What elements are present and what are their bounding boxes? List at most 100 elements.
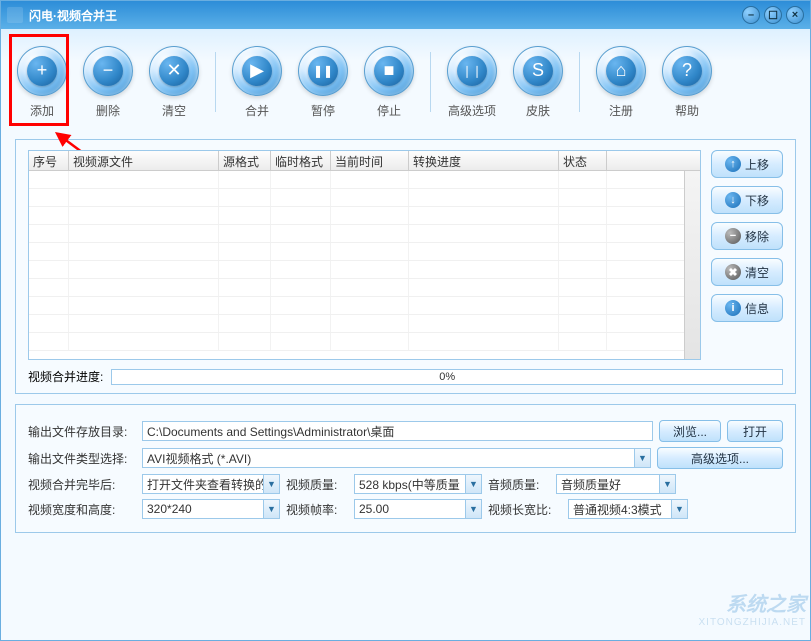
add-label: 添加 (30, 102, 54, 119)
clear2-icon: ✖ (725, 264, 741, 280)
column-header-prog[interactable]: 转换进度 (409, 151, 559, 170)
close-button[interactable]: × (786, 6, 804, 24)
remove-icon: − (725, 228, 741, 244)
output-format-combo[interactable]: AVI视频格式 (*.AVI) ▼ (142, 448, 651, 468)
info-button[interactable]: i信息 (711, 294, 783, 322)
table-row (29, 261, 700, 279)
table-body (29, 171, 700, 359)
help-icon: ? (672, 56, 702, 86)
list-panel: 序号视频源文件源格式临时格式当前时间转换进度状态 ↑上移 ↓下移 −移除 ✖清空 i信息… (15, 139, 796, 394)
chevron-down-icon[interactable]: ▼ (465, 500, 481, 518)
after-merge-label: 视频合并完毕后: (28, 476, 136, 493)
advanced-label: 高级选项 (448, 102, 496, 119)
pause-button[interactable]: ❚❚ 暂停 (292, 46, 354, 119)
column-header-tmpfmt[interactable]: 临时格式 (271, 151, 331, 170)
table-row (29, 225, 700, 243)
clear2-label: 清空 (745, 264, 769, 281)
info-icon: i (725, 300, 741, 316)
after-merge-combo[interactable]: 打开文件夹查看转换的 ▼ (142, 474, 280, 494)
register-icon: ⌂ (606, 56, 636, 86)
column-header-curtime[interactable]: 当前时间 (331, 151, 409, 170)
column-header-srcfmt[interactable]: 源格式 (219, 151, 271, 170)
video-fps-combo[interactable]: 25.00 ▼ (354, 499, 482, 519)
column-header-status[interactable]: 状态 (559, 151, 607, 170)
register-button[interactable]: ⌂注册 (590, 46, 652, 119)
merge-icon: ▶ (242, 56, 272, 86)
merge-label: 合并 (245, 102, 269, 119)
video-table: 序号视频源文件源格式临时格式当前时间转换进度状态 (28, 150, 701, 360)
aspect-ratio-combo[interactable]: 普通视频4:3模式 ▼ (568, 499, 688, 519)
move-down-button[interactable]: ↓下移 (711, 186, 783, 214)
remove-label: 移除 (745, 228, 769, 245)
move-up-button[interactable]: ↑上移 (711, 150, 783, 178)
maximize-button[interactable]: ☐ (764, 6, 782, 24)
open-button[interactable]: 打开 (727, 420, 783, 442)
window-title: 闪电·视频合并王 (29, 7, 738, 24)
output-dir-label: 输出文件存放目录: (28, 423, 136, 440)
titlebar: 闪电·视频合并王 – ☐ × (1, 1, 810, 29)
merge-button[interactable]: ▶ 合并 (226, 46, 288, 119)
vertical-scrollbar[interactable] (684, 171, 700, 359)
video-size-label: 视频宽度和高度: (28, 501, 136, 518)
app-icon (7, 7, 23, 23)
output-dir-input[interactable] (142, 421, 653, 441)
chevron-down-icon[interactable]: ▼ (634, 449, 650, 467)
toolbar-separator (430, 52, 431, 112)
skin-button[interactable]: S 皮肤 (507, 46, 569, 119)
move-up-icon: ↑ (725, 156, 741, 172)
table-row (29, 279, 700, 297)
remove-button[interactable]: −移除 (711, 222, 783, 250)
chevron-down-icon[interactable]: ▼ (263, 500, 279, 518)
video-quality-label: 视频质量: (286, 476, 348, 493)
chevron-down-icon[interactable]: ▼ (659, 475, 675, 493)
toolbar-separator (579, 52, 580, 112)
watermark: 系统之家 XITONGZHIJIA.NET (606, 588, 806, 636)
delete-button[interactable]: −删除 (77, 46, 139, 119)
pause-icon: ❚❚ (308, 56, 338, 86)
skin-icon: S (523, 56, 553, 86)
stop-label: 停止 (377, 102, 401, 119)
video-quality-combo[interactable]: 528 kbps(中等质量 ▼ (354, 474, 482, 494)
info-label: 信息 (745, 300, 769, 317)
aspect-ratio-label: 视频长宽比: (488, 501, 562, 518)
minimize-button[interactable]: – (742, 6, 760, 24)
column-header-src[interactable]: 视频源文件 (69, 151, 219, 170)
move-down-icon: ↓ (725, 192, 741, 208)
clear-label: 清空 (162, 102, 186, 119)
table-row (29, 189, 700, 207)
clear2-button[interactable]: ✖清空 (711, 258, 783, 286)
toolbar-separator (215, 52, 216, 112)
table-row (29, 171, 700, 189)
audio-quality-combo[interactable]: 音频质量好 ▼ (556, 474, 676, 494)
table-row (29, 243, 700, 261)
chevron-down-icon[interactable]: ▼ (263, 475, 279, 493)
table-row (29, 207, 700, 225)
clear-button[interactable]: ✕ 清空 (143, 46, 205, 119)
main-toolbar: + 添加 −删除 ✕ 清空 ▶ 合并 ❚❚ 暂停 ■停止 ❘❘ 高级选项 S 皮肤 ⌂注册? 帮助 (1, 29, 810, 129)
chevron-down-icon[interactable]: ▼ (671, 500, 687, 518)
advanced-button[interactable]: ❘❘ 高级选项 (441, 46, 503, 119)
add-icon: + (27, 56, 57, 86)
add-button[interactable]: + 添加 (11, 46, 73, 119)
output-panel: 输出文件存放目录: 浏览... 打开 输出文件类型选择: AVI视频格式 (*.… (15, 404, 796, 533)
table-row (29, 315, 700, 333)
skin-label: 皮肤 (526, 102, 550, 119)
stop-button[interactable]: ■停止 (358, 46, 420, 119)
pause-label: 暂停 (311, 102, 335, 119)
output-format-label: 输出文件类型选择: (28, 450, 136, 467)
video-size-combo[interactable]: 320*240 ▼ (142, 499, 280, 519)
advanced-options-button[interactable]: 高级选项... (657, 447, 783, 469)
advanced-icon: ❘❘ (457, 56, 487, 86)
table-row (29, 297, 700, 315)
help-label: 帮助 (675, 102, 699, 119)
chevron-down-icon[interactable]: ▼ (465, 475, 481, 493)
browse-button[interactable]: 浏览... (659, 420, 721, 442)
merge-progress-bar: 0% (111, 369, 783, 385)
clear-icon: ✕ (159, 56, 189, 86)
help-button[interactable]: ? 帮助 (656, 46, 718, 119)
progress-label: 视频合并进度: (28, 368, 103, 385)
progress-text: 0% (439, 371, 455, 383)
table-row (29, 333, 700, 351)
move-down-label: 下移 (745, 192, 769, 209)
column-header-seq[interactable]: 序号 (29, 151, 69, 170)
